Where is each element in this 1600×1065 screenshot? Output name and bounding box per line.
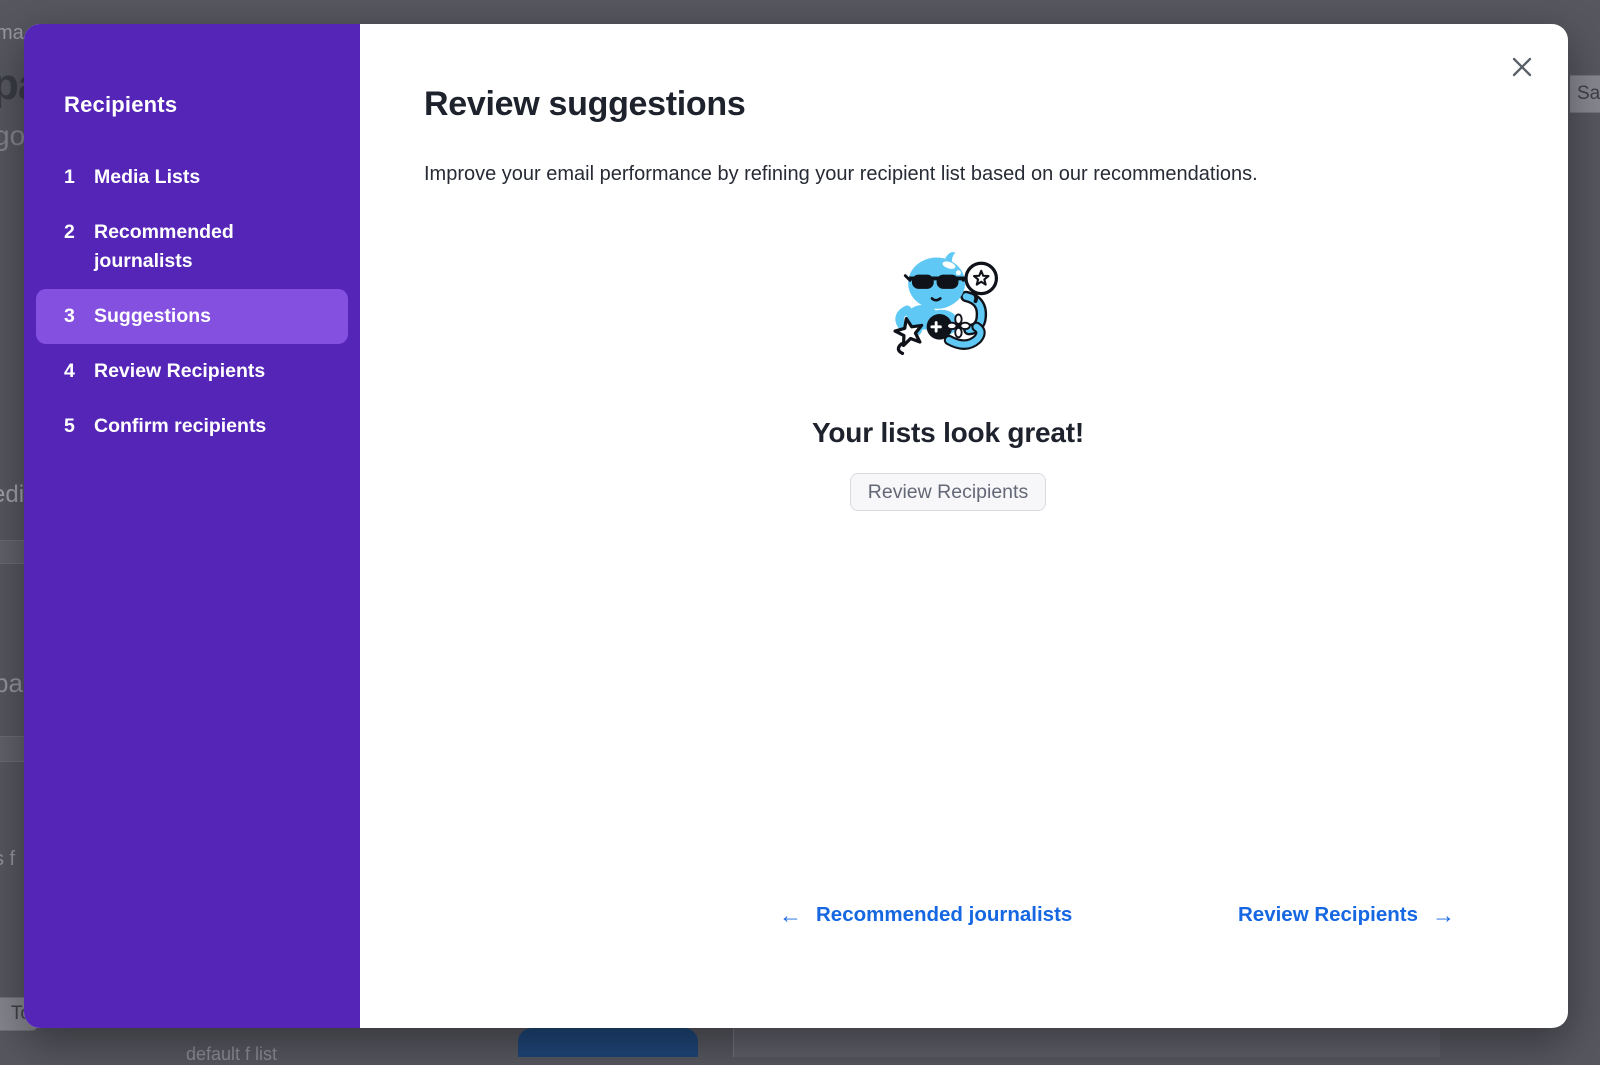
- arrow-right-icon: →: [1432, 904, 1455, 927]
- step-number: 4: [64, 357, 94, 386]
- review-recipients-button[interactable]: Review Recipients: [850, 473, 1046, 511]
- step-label: Media Lists: [94, 163, 332, 192]
- background-divider-band: [0, 736, 24, 762]
- step-number: 1: [64, 163, 94, 192]
- step-label: Confirm recipients: [94, 412, 332, 441]
- page-title: Review suggestions: [424, 86, 1504, 123]
- step-media-lists[interactable]: 1 Media Lists: [36, 150, 348, 205]
- background-panel-fragment: [734, 1028, 1440, 1057]
- background-text-fragment: ma: [0, 22, 24, 45]
- step-label: Recommended journalists: [94, 218, 332, 276]
- wizard-steps-list: 1 Media Lists 2 Recommended journalists …: [24, 150, 360, 454]
- sidebar-title: Recipients: [24, 92, 360, 118]
- step-recommended-journalists[interactable]: 2 Recommended journalists: [36, 205, 348, 289]
- wizard-sidebar: Recipients 1 Media Lists 2 Recommended j…: [24, 24, 360, 1028]
- background-text-fragment: edi: [0, 481, 24, 509]
- background-divider-band: [0, 540, 24, 564]
- step-label: Review Recipients: [94, 357, 332, 386]
- background-text-fragment: s f: [0, 848, 15, 871]
- modal-content: Review suggestions Improve your email pe…: [360, 24, 1568, 1028]
- result-headline: Your lists look great!: [812, 417, 1084, 449]
- background-text-fragment: default f list: [186, 1044, 277, 1065]
- step-suggestions-active[interactable]: 3 Suggestions: [36, 289, 348, 344]
- background-text-fragment: go: [0, 120, 25, 152]
- step-label: Suggestions: [94, 302, 332, 331]
- background-save-button-fragment: Sa: [1570, 75, 1600, 113]
- background-primary-button-fragment: [518, 1028, 698, 1057]
- step-number: 2: [64, 218, 94, 276]
- background-text-fragment: pa: [0, 668, 23, 699]
- review-suggestions-modal: Recipients 1 Media Lists 2 Recommended j…: [24, 24, 1568, 1028]
- octopus-mascot-illustration: [886, 249, 1010, 361]
- next-link-review-recipients[interactable]: Review Recipients →: [1238, 903, 1455, 927]
- background-panel-divider: [733, 1028, 734, 1057]
- close-icon: [1509, 54, 1535, 80]
- back-link-label: Recommended journalists: [816, 903, 1072, 927]
- step-number: 3: [64, 302, 94, 331]
- close-button[interactable]: [1509, 54, 1535, 80]
- step-number: 5: [64, 412, 94, 441]
- back-link-recommended-journalists[interactable]: ← Recommended journalists: [779, 903, 1072, 927]
- page-subtitle: Improve your email performance by refini…: [424, 161, 1504, 187]
- step-review-recipients[interactable]: 4 Review Recipients: [36, 344, 348, 399]
- step-confirm-recipients[interactable]: 5 Confirm recipients: [36, 399, 348, 454]
- arrow-left-icon: ←: [779, 904, 802, 927]
- wizard-footer-nav: ← Recommended journalists Review Recipie…: [696, 903, 1568, 927]
- next-link-label: Review Recipients: [1238, 903, 1418, 927]
